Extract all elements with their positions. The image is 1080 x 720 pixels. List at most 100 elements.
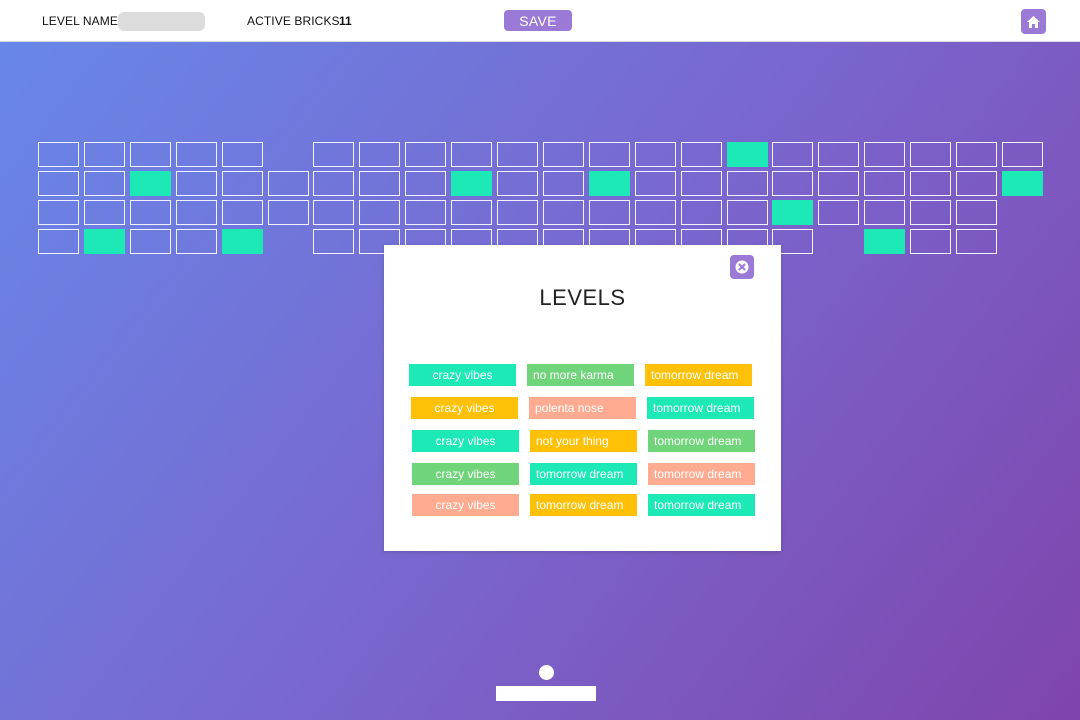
brick-empty[interactable] (497, 200, 538, 225)
brick-active[interactable] (451, 171, 492, 196)
level-name-label: LEVEL NAME (42, 14, 118, 28)
brick-empty[interactable] (38, 171, 79, 196)
level-button[interactable]: tomorrow dream (530, 494, 637, 516)
brick-empty[interactable] (635, 171, 676, 196)
brick-empty[interactable] (681, 200, 722, 225)
brick-empty[interactable] (84, 142, 125, 167)
brick-empty[interactable] (38, 229, 79, 254)
brick-empty[interactable] (910, 142, 951, 167)
level-button[interactable]: crazy vibes (412, 430, 519, 452)
brick-active[interactable] (130, 171, 171, 196)
brick-empty[interactable] (818, 171, 859, 196)
brick-empty[interactable] (313, 200, 354, 225)
active-bricks-count: 11 (339, 14, 352, 28)
brick-empty[interactable] (635, 200, 676, 225)
brick-empty[interactable] (956, 142, 997, 167)
brick-active[interactable] (1002, 171, 1043, 196)
level-button[interactable]: crazy vibes (412, 494, 519, 516)
brick-empty[interactable] (359, 200, 400, 225)
brick-empty[interactable] (910, 229, 951, 254)
save-button[interactable]: SAVE (504, 10, 572, 31)
brick-empty[interactable] (497, 171, 538, 196)
close-button[interactable] (730, 255, 754, 279)
brick-empty[interactable] (130, 200, 171, 225)
level-button[interactable]: tomorrow dream (530, 463, 637, 485)
brick-empty[interactable] (176, 171, 217, 196)
brick-active[interactable] (727, 142, 768, 167)
brick-empty[interactable] (910, 171, 951, 196)
brick-empty[interactable] (497, 142, 538, 167)
brick-empty[interactable] (313, 171, 354, 196)
close-icon (735, 260, 749, 274)
brick-empty[interactable] (1002, 142, 1043, 167)
brick-empty[interactable] (681, 142, 722, 167)
brick-active[interactable] (864, 229, 905, 254)
level-button[interactable]: crazy vibes (409, 364, 516, 386)
brick-empty[interactable] (727, 200, 768, 225)
brick-active[interactable] (589, 171, 630, 196)
brick-empty[interactable] (38, 200, 79, 225)
brick-empty[interactable] (635, 142, 676, 167)
brick-empty[interactable] (589, 200, 630, 225)
brick-empty[interactable] (956, 171, 997, 196)
brick-empty[interactable] (84, 171, 125, 196)
home-button[interactable] (1021, 9, 1046, 34)
brick-empty[interactable] (130, 229, 171, 254)
brick-empty[interactable] (359, 142, 400, 167)
brick-empty[interactable] (543, 142, 584, 167)
brick-active[interactable] (84, 229, 125, 254)
paddle[interactable] (496, 686, 596, 701)
level-button[interactable]: crazy vibes (411, 397, 518, 419)
brick-empty[interactable] (405, 171, 446, 196)
brick-empty[interactable] (405, 200, 446, 225)
brick-empty[interactable] (222, 171, 263, 196)
active-bricks-label: ACTIVE BRICKS (247, 14, 340, 28)
brick-empty[interactable] (818, 142, 859, 167)
brick-empty[interactable] (864, 142, 905, 167)
brick-empty[interactable] (772, 171, 813, 196)
brick-empty[interactable] (589, 142, 630, 167)
level-button[interactable]: tomorrow dream (648, 463, 755, 485)
brick-empty[interactable] (38, 142, 79, 167)
brick-empty[interactable] (176, 229, 217, 254)
level-button[interactable]: crazy vibes (412, 463, 519, 485)
brick-empty[interactable] (268, 200, 309, 225)
brick-empty[interactable] (268, 171, 309, 196)
brick-empty[interactable] (681, 171, 722, 196)
level-button[interactable]: not your thing (530, 430, 637, 452)
brick-empty[interactable] (727, 171, 768, 196)
levels-title: LEVELS (539, 285, 626, 310)
brick-empty[interactable] (956, 200, 997, 225)
brick-empty[interactable] (222, 200, 263, 225)
level-button[interactable]: tomorrow dream (647, 397, 754, 419)
level-button[interactable]: tomorrow dream (648, 430, 755, 452)
game-board: LEVELS crazy vibes no more karma tomorrow … (0, 42, 1080, 720)
ball (539, 665, 554, 680)
brick-empty[interactable] (956, 229, 997, 254)
brick-empty[interactable] (130, 142, 171, 167)
brick-empty[interactable] (176, 142, 217, 167)
level-name-input[interactable] (118, 12, 205, 31)
brick-empty[interactable] (864, 171, 905, 196)
brick-empty[interactable] (772, 142, 813, 167)
brick-active[interactable] (222, 229, 263, 254)
brick-empty[interactable] (864, 200, 905, 225)
brick-empty[interactable] (84, 200, 125, 225)
brick-active[interactable] (772, 200, 813, 225)
brick-empty[interactable] (222, 142, 263, 167)
brick-empty[interactable] (818, 200, 859, 225)
level-button[interactable]: polenta nose (529, 397, 636, 419)
brick-empty[interactable] (176, 200, 217, 225)
brick-empty[interactable] (543, 200, 584, 225)
brick-empty[interactable] (313, 142, 354, 167)
level-button[interactable]: tomorrow dream (648, 494, 755, 516)
brick-empty[interactable] (313, 229, 354, 254)
level-button[interactable]: tomorrow dream (645, 364, 752, 386)
brick-empty[interactable] (451, 200, 492, 225)
brick-empty[interactable] (451, 142, 492, 167)
brick-empty[interactable] (910, 200, 951, 225)
level-button[interactable]: no more karma (527, 364, 634, 386)
brick-empty[interactable] (405, 142, 446, 167)
brick-empty[interactable] (543, 171, 584, 196)
brick-empty[interactable] (359, 171, 400, 196)
